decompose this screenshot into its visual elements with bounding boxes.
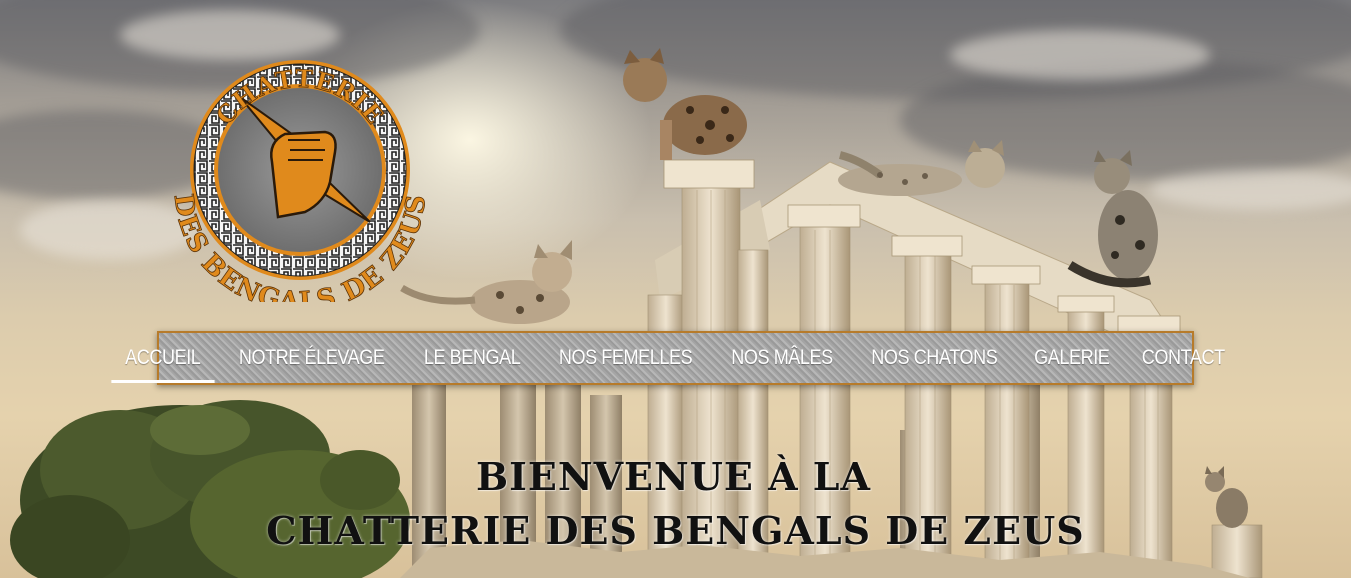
cat-lying-on-beam [838,140,1005,196]
nav-item-galerie[interactable]: GALERIE [1025,332,1117,384]
nav-item-accueil[interactable]: ACCUEIL [111,332,214,384]
nav-item-nos-chatons[interactable]: NOS CHATONS [863,332,1006,384]
nav-item-le-bengal[interactable]: LE BENGAL [415,332,529,384]
cat-on-column-top [623,48,747,160]
hero-background: CHATTERIE DES BENGALS DE ZEUS ACCUEIL NO… [0,0,1351,578]
hero-title-line2: CHATTERIE DES BENGALS DE ZEUS [266,508,1085,553]
hero-title-line1: BIENVENUE À LA [475,454,872,499]
nav-item-contact[interactable]: CONTACT [1134,332,1234,384]
nav-item-notre-elevage[interactable]: NOTRE ÉLEVAGE [230,332,393,384]
chatterie-logo[interactable]: CHATTERIE DES BENGALS DE ZEUS [160,52,440,302]
main-navigation: ACCUEIL NOTRE ÉLEVAGE LE BENGAL NOS FEME… [111,331,1226,385]
nav-item-nos-femelles[interactable]: NOS FEMELLES [550,332,701,384]
nav-item-nos-males[interactable]: NOS MÂLES [723,332,842,384]
cat-sitting-right [1067,150,1158,288]
